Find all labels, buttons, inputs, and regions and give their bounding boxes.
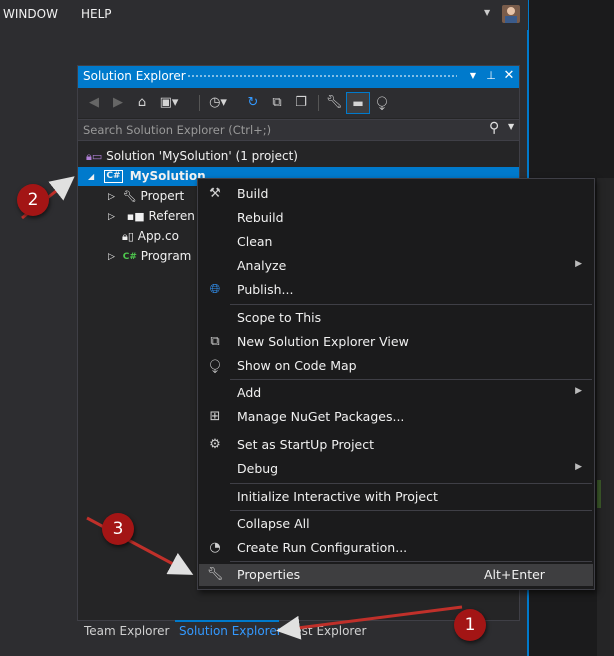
config-file-icon: 🔒︎▯: [122, 229, 134, 243]
menu-item-new-solution-explorer-view[interactable]: ⧉ New Solution Explorer View: [198, 330, 594, 354]
tab-test-explorer[interactable]: Test Explorer: [289, 624, 366, 638]
search-input[interactable]: [83, 122, 473, 138]
menu-bar: WINDOW HELP: [0, 0, 528, 30]
menu-item-clean[interactable]: Clean: [198, 230, 594, 254]
csharp-project-icon: C#: [104, 170, 123, 183]
csharp-file-icon: C#: [122, 251, 137, 262]
collapse-all-icon[interactable]: ⧉: [268, 94, 286, 112]
submenu-arrow-icon: ▶: [575, 386, 582, 396]
tree-label: App.co: [137, 229, 179, 243]
submenu-arrow-icon: ▶: [575, 259, 582, 269]
menu-item-publish[interactable]: 🌐︎ Publish...: [198, 278, 594, 302]
tab-solution-explorer[interactable]: Solution Explorer: [179, 624, 282, 638]
tree-row-references[interactable]: ▷ ▪■ Referen: [108, 206, 195, 226]
tree-row-project[interactable]: ◢ C# MySolution: [88, 166, 206, 186]
tree-label: Propert: [140, 189, 185, 203]
build-icon: ⚒: [209, 186, 221, 201]
tree-row-solution[interactable]: 🔒︎▭ Solution 'MySolution' (1 project): [86, 146, 298, 166]
show-all-files-icon[interactable]: ❐: [292, 94, 310, 112]
forward-icon[interactable]: ▶: [109, 94, 127, 112]
menu-separator: [230, 379, 592, 380]
panel-title: Solution Explorer: [83, 69, 186, 83]
tree-label: Solution 'MySolution' (1 project): [106, 149, 298, 163]
wrench-icon: 🔧︎: [122, 189, 137, 203]
close-icon[interactable]: ✕: [502, 68, 516, 84]
menu-item-collapse-all[interactable]: Collapse All: [198, 512, 594, 536]
editor-accent: [597, 480, 601, 508]
tree-row-program[interactable]: ▷ C# Program: [108, 246, 191, 266]
menu-item-scope-to-this[interactable]: Scope to This: [198, 306, 594, 330]
menu-item-rebuild[interactable]: Rebuild: [198, 206, 594, 230]
code-map-icon[interactable]: ⧬: [373, 94, 391, 112]
menu-item-properties[interactable]: 🔧︎ Properties Alt+Enter: [198, 563, 594, 587]
wrench-icon: 🔧︎: [206, 567, 224, 582]
back-icon[interactable]: ◀: [85, 94, 103, 112]
collapsed-arrow-icon: ▷: [108, 211, 115, 222]
submenu-arrow-icon: ▶: [575, 462, 582, 472]
tree-label: MySolution: [129, 169, 206, 183]
menu-separator: [230, 510, 592, 511]
menu-separator: [230, 304, 592, 305]
tree-label: Program: [140, 249, 192, 263]
expanded-arrow-icon: ◢: [88, 171, 95, 181]
menu-item-set-startup[interactable]: ⚙ Set as StartUp Project: [198, 433, 594, 457]
switch-views-icon[interactable]: ▣▾: [157, 94, 181, 112]
code-map-icon: ⧬: [209, 358, 221, 373]
titlebar-grip[interactable]: [187, 74, 457, 79]
menu-item-analyze[interactable]: Analyze ▶: [198, 254, 594, 278]
menu-help[interactable]: HELP: [81, 7, 112, 21]
annotation-badge-2: 2: [17, 184, 49, 216]
active-tab-indicator: [175, 620, 279, 622]
pending-changes-icon[interactable]: ◷▾: [205, 94, 231, 112]
tree-row-properties[interactable]: ▷ 🔧︎ Propert: [108, 186, 184, 206]
pin-icon[interactable]: ⊥: [484, 68, 498, 84]
menu-item-build[interactable]: ⚒ Build: [198, 182, 594, 206]
toolbar-separator: [199, 95, 200, 111]
tree-label: Referen: [148, 209, 195, 223]
solution-icon: 🔒︎▭: [86, 149, 103, 163]
menu-item-debug[interactable]: Debug ▶: [198, 457, 594, 481]
wrench-icon[interactable]: 🔧︎: [325, 94, 343, 112]
chevron-down-icon[interactable]: ▼: [508, 122, 514, 131]
home-icon[interactable]: ⌂: [133, 94, 151, 112]
tree-row-app-config[interactable]: 🔒︎▯ App.co: [122, 226, 179, 246]
dropdown-icon[interactable]: ▼: [466, 68, 480, 84]
globe-icon: 🌐︎: [209, 282, 221, 297]
collapsed-arrow-icon: ▷: [108, 251, 115, 262]
editor-pane: [597, 178, 614, 656]
nuget-icon: ⊞: [209, 409, 221, 424]
preview-icon: ▬: [352, 96, 364, 110]
toolbar-separator: [318, 95, 319, 111]
tab-team-explorer[interactable]: Team Explorer: [84, 624, 170, 638]
menu-item-initialize-interactive[interactable]: Initialize Interactive with Project: [198, 485, 594, 509]
refresh-icon[interactable]: ↻: [244, 94, 262, 112]
avatar[interactable]: [502, 5, 520, 23]
menu-item-create-run-configuration[interactable]: ◔ Create Run Configuration...: [198, 536, 594, 560]
gear-icon: ⚙: [209, 437, 221, 452]
search-icon[interactable]: ⚲: [489, 120, 499, 136]
collapsed-arrow-icon: ▷: [108, 191, 115, 202]
menu-window[interactable]: WINDOW: [3, 7, 58, 21]
chevron-down-icon[interactable]: ▼: [484, 8, 490, 17]
menu-item-manage-nuget[interactable]: ⊞ Manage NuGet Packages...: [198, 405, 594, 429]
references-icon: ▪■: [126, 209, 145, 223]
new-view-icon: ⧉: [210, 334, 220, 349]
run-config-icon: ◔: [209, 540, 221, 555]
menu-separator: [230, 483, 592, 484]
menu-item-add[interactable]: Add ▶: [198, 381, 594, 405]
menu-separator: [230, 561, 592, 562]
annotation-badge-1: 1: [454, 609, 486, 641]
shortcut-label: Alt+Enter: [484, 567, 545, 582]
menu-item-show-on-code-map[interactable]: ⧬ Show on Code Map: [198, 354, 594, 378]
annotation-badge-3: 3: [102, 513, 134, 545]
